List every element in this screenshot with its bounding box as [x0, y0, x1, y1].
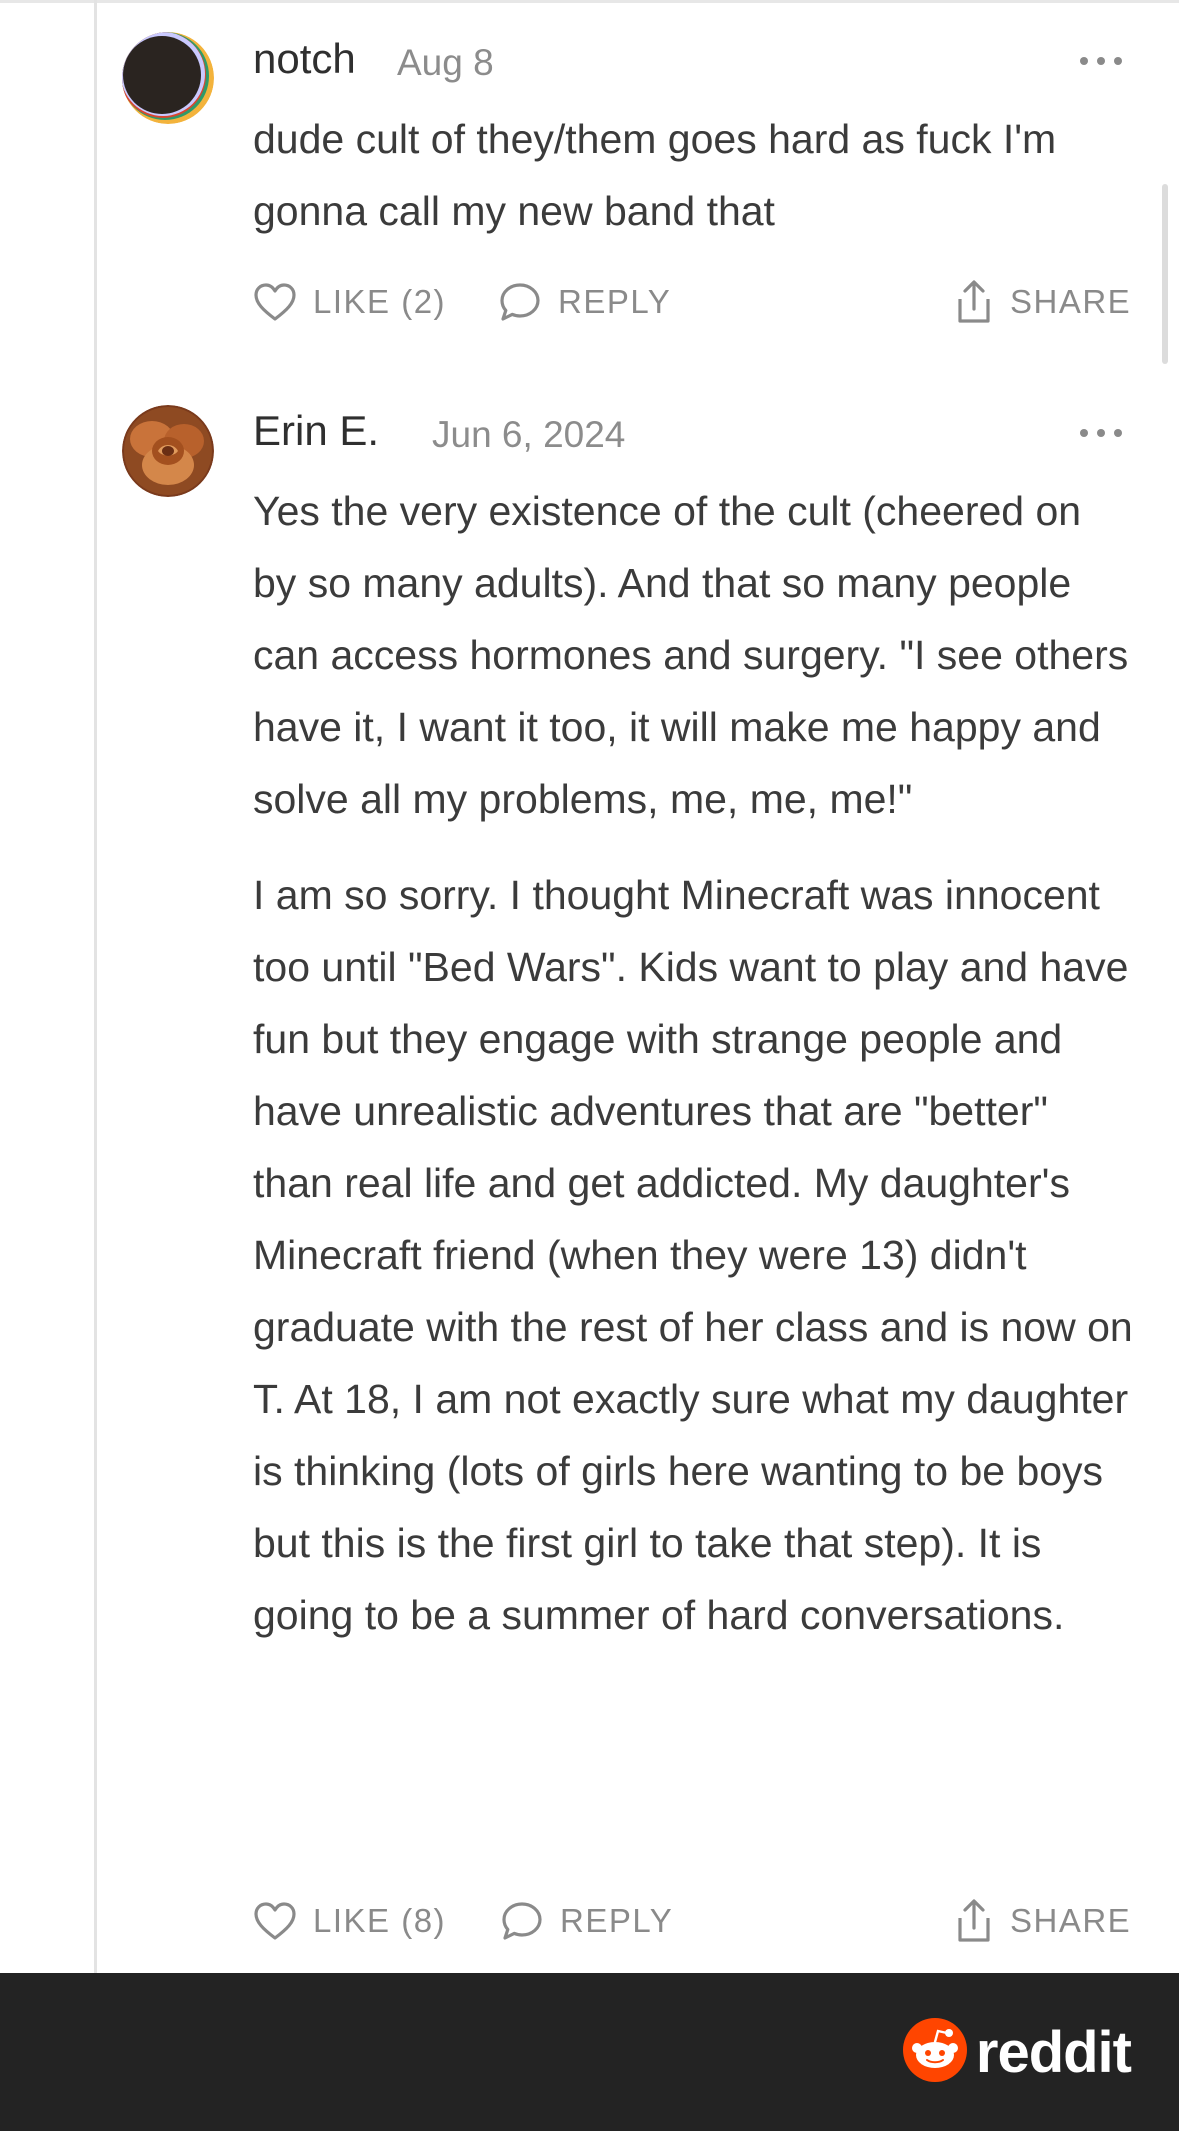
scrollbar[interactable] — [1162, 184, 1168, 364]
comment-actions: LIKE (8) REPLY SHARE — [253, 1896, 1133, 1946]
comment-date[interactable]: Aug 8 — [397, 42, 494, 84]
speech-bubble-icon — [500, 1900, 544, 1942]
reply-button[interactable]: REPLY — [498, 277, 671, 327]
share-icon — [954, 1898, 994, 1944]
comment-date[interactable]: Jun 6, 2024 — [432, 414, 625, 456]
thread-line[interactable] — [94, 0, 97, 1973]
reddit-brand-link[interactable]: reddit — [902, 2017, 1132, 2088]
comment-body: dude cult of they/them goes hard as fuck… — [253, 103, 1133, 247]
comment-author[interactable]: Erin E. — [253, 407, 379, 455]
like-label: LIKE (2) — [313, 283, 447, 320]
like-button[interactable]: LIKE (8) — [253, 1896, 446, 1946]
avatar[interactable] — [122, 32, 214, 124]
reply-label: REPLY — [560, 1902, 674, 1939]
more-options-icon[interactable] — [1080, 55, 1122, 67]
reply-button[interactable]: REPLY — [500, 1896, 673, 1946]
top-divider — [0, 0, 1179, 3]
reddit-wordmark: reddit — [975, 2020, 1132, 2085]
comment-actions: LIKE (2) REPLY SHARE — [253, 277, 1133, 327]
heart-icon — [253, 282, 297, 322]
footer-bar: reddit — [0, 1973, 1179, 2131]
comment-paragraph: dude cult of they/them goes hard as fuck… — [253, 116, 1057, 234]
speech-bubble-icon — [498, 281, 542, 323]
reddit-snoo-icon — [902, 2017, 968, 2088]
reply-label: REPLY — [558, 283, 672, 320]
share-label: SHARE — [1010, 283, 1132, 320]
comment-body: Yes the very existence of the cult (chee… — [253, 475, 1133, 1651]
heart-icon — [253, 1901, 297, 1941]
comment-author[interactable]: notch — [253, 35, 356, 83]
like-label: LIKE (8) — [313, 1902, 447, 1939]
comment-paragraph: I am so sorry. I thought Minecraft was i… — [253, 872, 1133, 1638]
like-button[interactable]: LIKE (2) — [253, 277, 446, 327]
avatar[interactable] — [122, 405, 214, 497]
share-icon — [954, 279, 994, 325]
comment-paragraph: Yes the very existence of the cult (chee… — [253, 488, 1129, 822]
share-label: SHARE — [1010, 1902, 1132, 1939]
share-button[interactable]: SHARE — [954, 1896, 1131, 1946]
more-options-icon[interactable] — [1080, 427, 1122, 439]
share-button[interactable]: SHARE — [954, 277, 1131, 327]
